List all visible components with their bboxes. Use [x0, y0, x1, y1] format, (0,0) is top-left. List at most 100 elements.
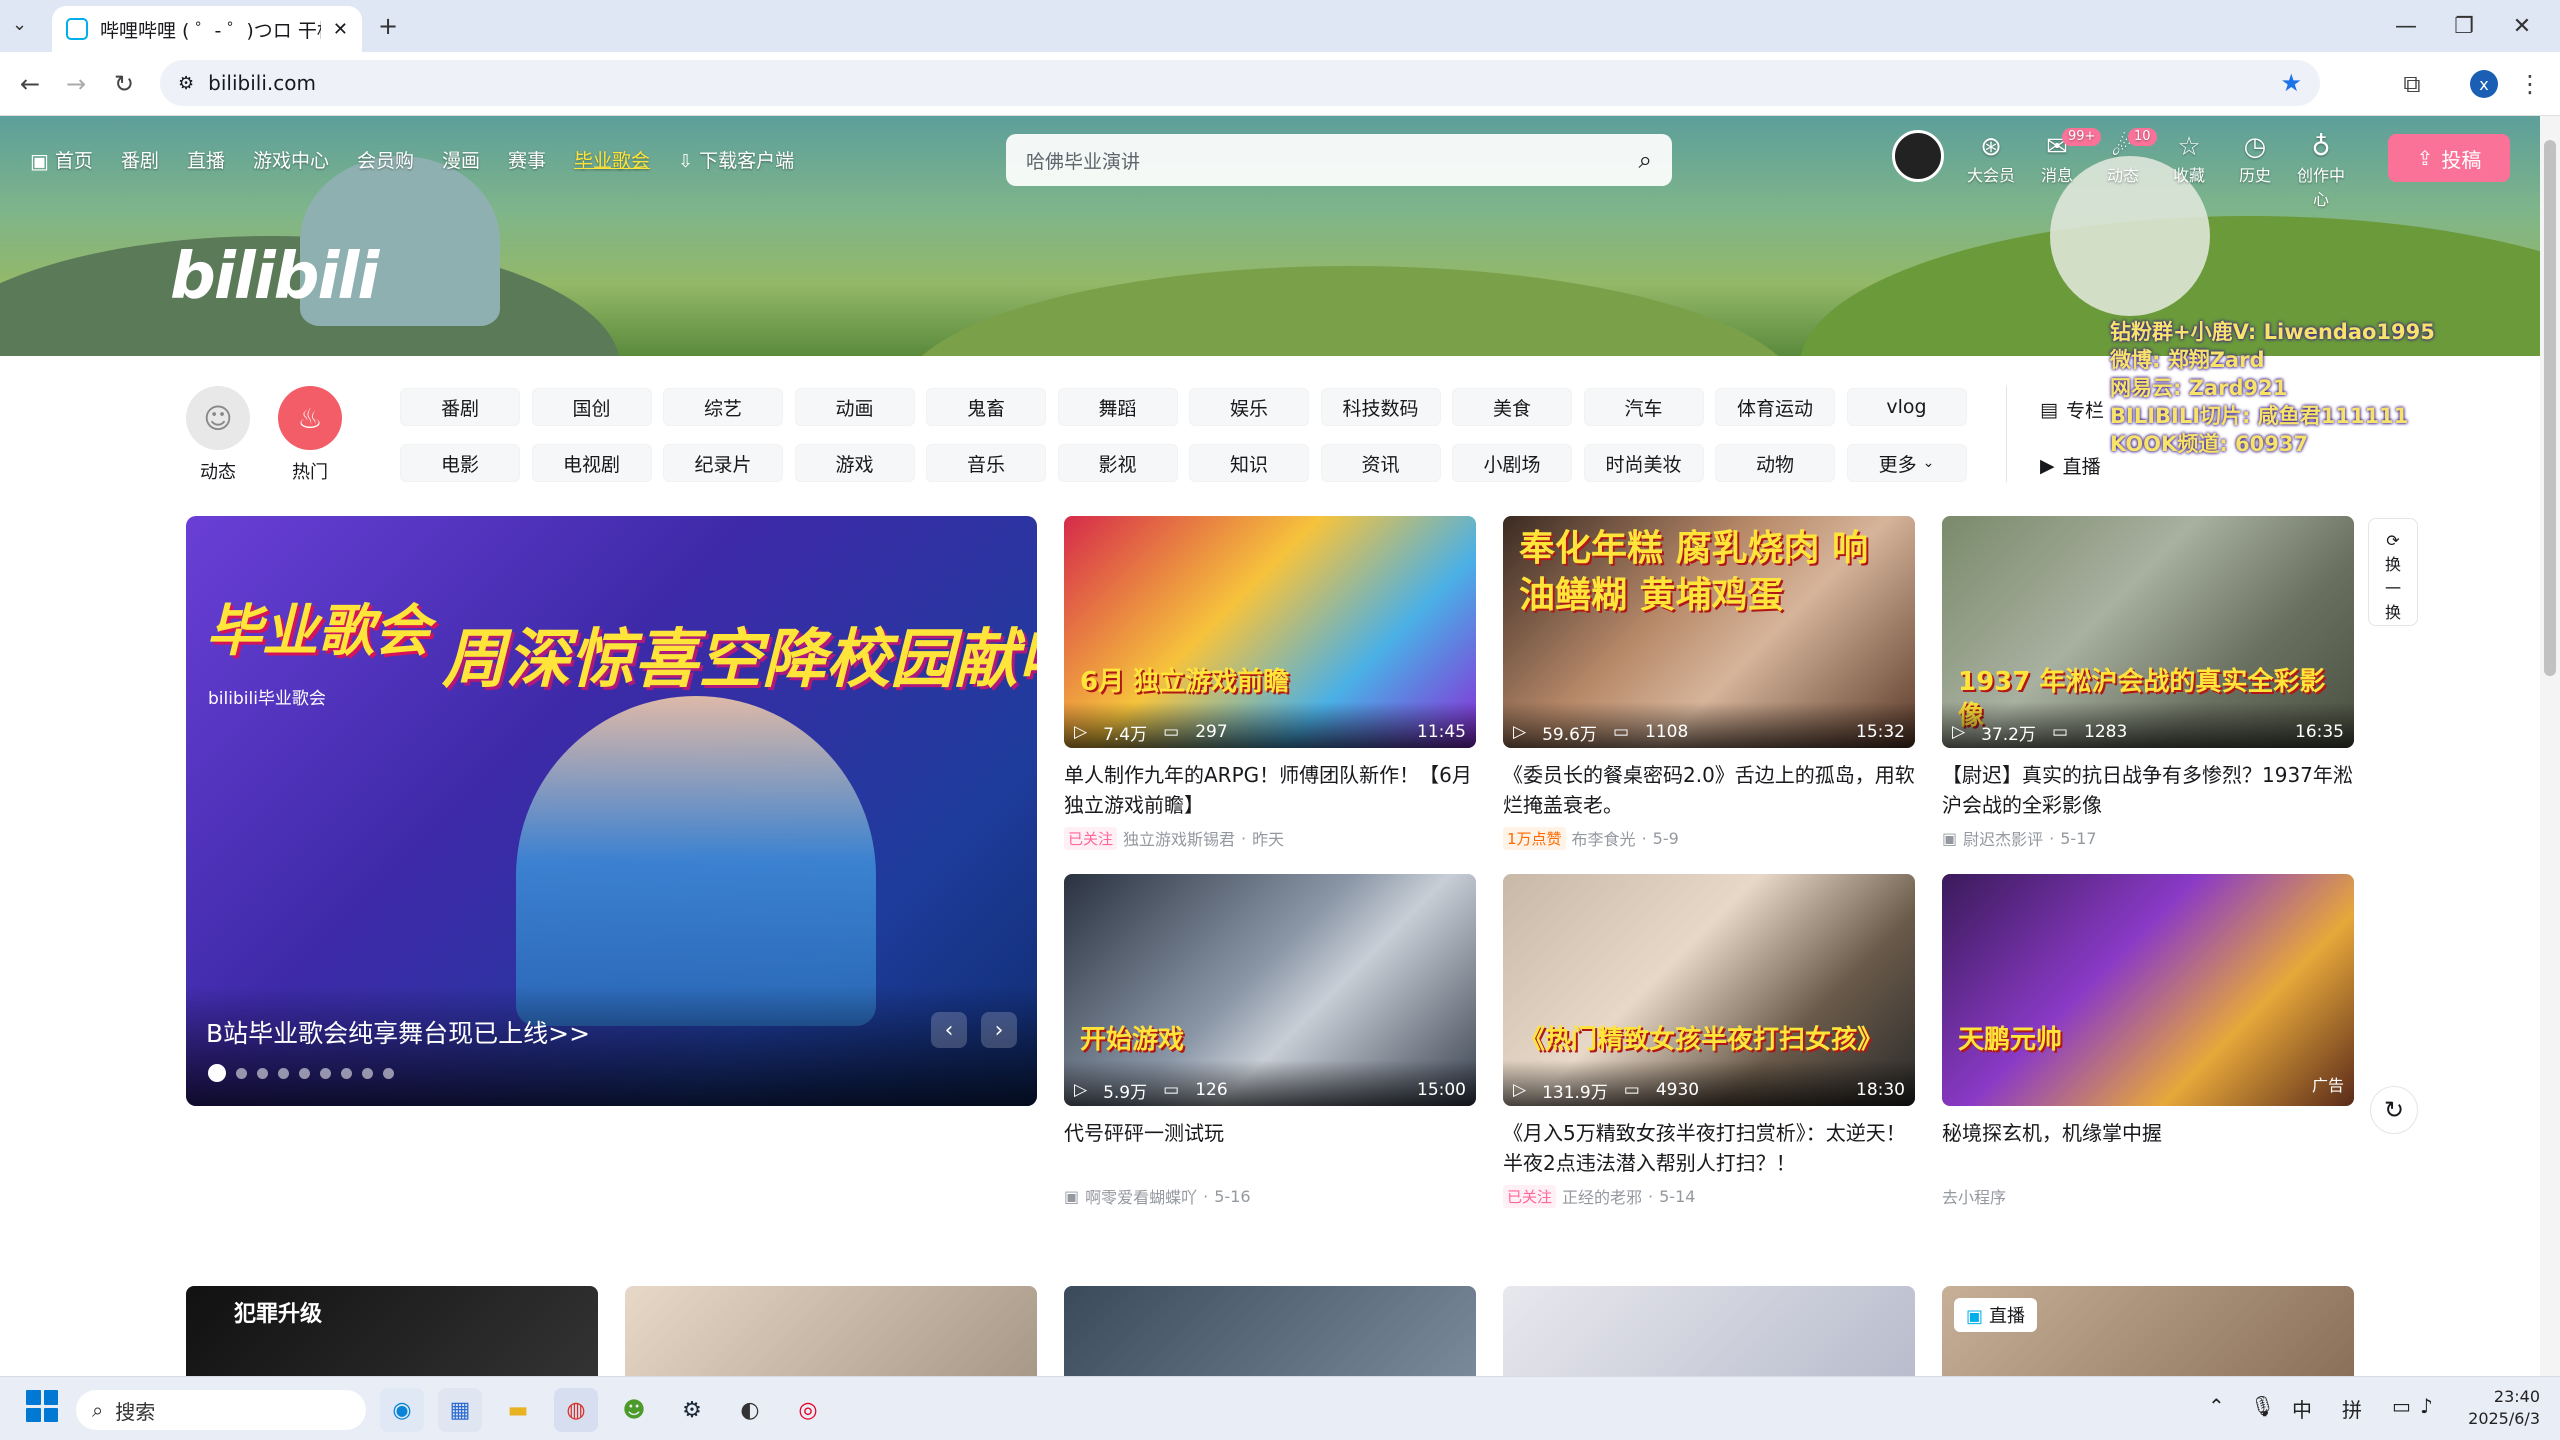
new-tab-button[interactable]: +	[378, 12, 398, 40]
bilibili-logo[interactable]: bilibili	[170, 240, 379, 314]
video-card[interactable]: 1937 年淞沪会战的真实全彩影像▷37.2万▭128316:35【尉迟】真实的…	[1942, 516, 2354, 850]
channel-chip[interactable]: 时尚美妆	[1583, 444, 1704, 482]
network-icon[interactable]: ▭	[2392, 1394, 2411, 1418]
carousel-prev-button[interactable]: ‹	[931, 1012, 967, 1048]
channel-chip[interactable]: 体育运动	[1715, 388, 1835, 426]
video-title[interactable]: 《月入5万精致女孩半夜打扫赏析》：太逆天！半夜2点违法潜入帮别人打扫？！	[1503, 1118, 1915, 1178]
video-thumbnail[interactable]: 奉化年糕 腐乳烧肉 响油鳝糊 黄埔鸡蛋 ▷ 59.6万 ▭ 1108 15:32	[1503, 516, 1915, 748]
forward-button[interactable]: →	[56, 64, 96, 104]
video-card-partial[interactable]: 犯罪升级	[186, 1286, 598, 1376]
channel-chip[interactable]: 综艺	[663, 388, 783, 426]
header-bulb[interactable]: ♁ 创作中心	[2292, 132, 2350, 209]
channel-chip[interactable]: 小剧场	[1452, 444, 1572, 482]
chrome-icon[interactable]: ◍	[554, 1388, 598, 1432]
ime-mode[interactable]: 中	[2292, 1394, 2312, 1423]
channel-chip[interactable]: 国创	[531, 388, 652, 426]
carousel-next-button[interactable]: ›	[981, 1012, 1017, 1048]
video-card-partial[interactable]	[625, 1286, 1037, 1376]
taskbar-clock[interactable]: 23:40 2025/6/3	[2440, 1386, 2540, 1430]
video-title[interactable]: 《委员长的餐桌密码2.0》舌边上的孤岛，用软烂掩盖衰老。	[1503, 760, 1915, 820]
nav-mall[interactable]: 会员购	[357, 146, 414, 176]
video-title[interactable]: 单人制作九年的ARPG！师傅团队新作！【6月独立游戏前瞻】	[1064, 760, 1476, 820]
ime-pinyin[interactable]: 拼	[2342, 1394, 2362, 1423]
channel-chip[interactable]: 纪录片	[663, 444, 783, 482]
header-star[interactable]: ☆ 收藏	[2160, 132, 2218, 188]
tab-close-icon[interactable]: ✕	[333, 19, 348, 40]
carousel-dot[interactable]	[299, 1067, 310, 1079]
video-thumbnail[interactable]: 开始游戏 ▷ 5.9万 ▭ 126 15:00	[1064, 874, 1476, 1106]
bookmark-star-icon[interactable]: ★	[2280, 69, 2302, 97]
channel-chip[interactable]: 资讯	[1320, 444, 1441, 482]
tab-search-icon[interactable]: ⌄	[12, 14, 27, 35]
upload-button[interactable]: ⇪ 投稿	[2388, 134, 2510, 182]
channel-chip[interactable]: 游戏	[794, 444, 915, 482]
nav-bangumi[interactable]: 番剧	[121, 146, 159, 176]
user-avatar[interactable]	[1892, 130, 1944, 182]
video-card[interactable]: 6月 独立游戏前瞻 ▷ 7.4万 ▭ 297 11:45 单人制作九年的ARPG！师傅团队新…	[1064, 516, 1476, 850]
nav-live[interactable]: 直播	[187, 146, 225, 176]
nav-manga[interactable]: 漫画	[442, 146, 480, 176]
video-author[interactable]: 独立游戏斯锡君	[1123, 826, 1235, 850]
search-icon[interactable]: ⌕	[1639, 146, 1652, 174]
nav-game-center[interactable]: 游戏中心	[253, 146, 329, 176]
reload-button[interactable]: ↻	[104, 64, 144, 104]
channel-hot[interactable]: ♨ 热门	[274, 386, 346, 484]
video-author[interactable]: 去小程序	[1942, 1184, 2006, 1208]
channel-article[interactable]: ▤ 专栏	[2040, 396, 2104, 423]
carousel-dot[interactable]	[362, 1067, 373, 1079]
channel-chip[interactable]: 电影	[400, 444, 520, 482]
header-message[interactable]: ✉ 消息 99+	[2028, 128, 2102, 188]
channel-chip[interactable]: 知识	[1189, 444, 1309, 482]
back-button[interactable]: ←	[10, 64, 50, 104]
steam-icon[interactable]: ⚙	[670, 1388, 714, 1432]
search-input[interactable]: 哈佛毕业演讲 ⌕	[1006, 134, 1672, 186]
carousel-dot[interactable]	[383, 1067, 394, 1079]
refresh-recommend-button[interactable]: ⟳ 换 一 换	[2368, 518, 2418, 626]
video-author[interactable]: 啊零爱看蝴蝶吖	[1085, 1184, 1197, 1208]
edge-icon[interactable]: ◉	[380, 1388, 424, 1432]
reload-feed-button[interactable]: ↻	[2370, 1086, 2418, 1134]
video-card-partial[interactable]: ▣ 直播	[1942, 1286, 2354, 1376]
channel-chip[interactable]: 舞蹈	[1057, 388, 1178, 426]
channel-chip[interactable]: 动物	[1715, 444, 1835, 482]
address-bar[interactable]: ⚙ bilibili.com ★	[160, 60, 2320, 106]
video-thumbnail[interactable]: 《热门精致女孩半夜打扫女孩》 ▷ 131.9万 ▭ 4930 18:30	[1503, 874, 1915, 1106]
nav-graduation-gala[interactable]: 毕业歌会	[574, 146, 650, 176]
channel-live[interactable]: ▶ 直播	[2040, 452, 2101, 479]
video-thumbnail[interactable]: 6月 独立游戏前瞻 ▷ 7.4万 ▭ 297 11:45	[1064, 516, 1476, 748]
video-card[interactable]: 开始游戏 ▷ 5.9万 ▭ 126 15:00 代号砰砰一测试玩 ▣ 啊零爱看蝴蝶吖 · 5-16	[1064, 874, 1476, 1208]
site-info-icon[interactable]: ⚙	[178, 73, 194, 94]
store-icon[interactable]: ▦	[438, 1388, 482, 1432]
channel-chip[interactable]: 更多 ⌄	[1846, 444, 1967, 482]
file-explorer-icon[interactable]: ▬	[496, 1388, 540, 1432]
nav-download-client[interactable]: 下载客户端	[699, 146, 794, 176]
header-vip[interactable]: ⊛ 大会员	[1962, 132, 2020, 188]
channel-chip[interactable]: vlog	[1846, 388, 1967, 426]
video-thumbnail[interactable]: 1937 年淞沪会战的真实全彩影像▷37.2万▭128316:35	[1942, 516, 2354, 748]
carousel-dot[interactable]	[341, 1067, 352, 1079]
video-author[interactable]: 布李食光	[1572, 826, 1636, 850]
video-author[interactable]: 尉迟杰影评	[1963, 826, 2043, 850]
profile-avatar[interactable]: x	[2470, 70, 2498, 98]
carousel-dot[interactable]	[257, 1067, 268, 1079]
channel-chip[interactable]: 汽车	[1583, 388, 1704, 426]
taskbar-search[interactable]: ⌕ 搜索	[76, 1390, 366, 1430]
carousel-dot[interactable]	[236, 1067, 247, 1079]
close-window-button[interactable]: ✕	[2494, 8, 2550, 44]
channel-chip[interactable]: 番剧	[400, 388, 520, 426]
windows-start-icon[interactable]	[26, 1390, 58, 1422]
netease-music-icon[interactable]: ◎	[786, 1388, 830, 1432]
video-card[interactable]: 《热门精致女孩半夜打扫女孩》 ▷ 131.9万 ▭ 4930 18:30 《月入5万精致女孩…	[1503, 874, 1915, 1208]
video-card-partial[interactable]	[1503, 1286, 1915, 1376]
carousel-caption[interactable]: B站毕业歌会纯享舞台现已上线>>	[206, 1014, 590, 1050]
channel-chip[interactable]: 科技数码	[1320, 388, 1441, 426]
channel-chip[interactable]: 音乐	[926, 444, 1046, 482]
extensions-icon[interactable]: ⧉	[2392, 64, 2432, 104]
video-title[interactable]: 代号砰砰一测试玩	[1064, 1118, 1476, 1178]
video-card-partial[interactable]	[1064, 1286, 1476, 1376]
carousel-dot[interactable]	[208, 1064, 226, 1082]
volume-icon[interactable]: ♪	[2420, 1394, 2433, 1418]
header-history[interactable]: ◷ 历史	[2226, 132, 2284, 188]
channel-chip[interactable]: 电视剧	[531, 444, 652, 482]
browser-tab[interactable]: 哔哩哔哩 ( ゜- ゜)つロ 干杯~-bilibili ✕	[52, 6, 362, 52]
